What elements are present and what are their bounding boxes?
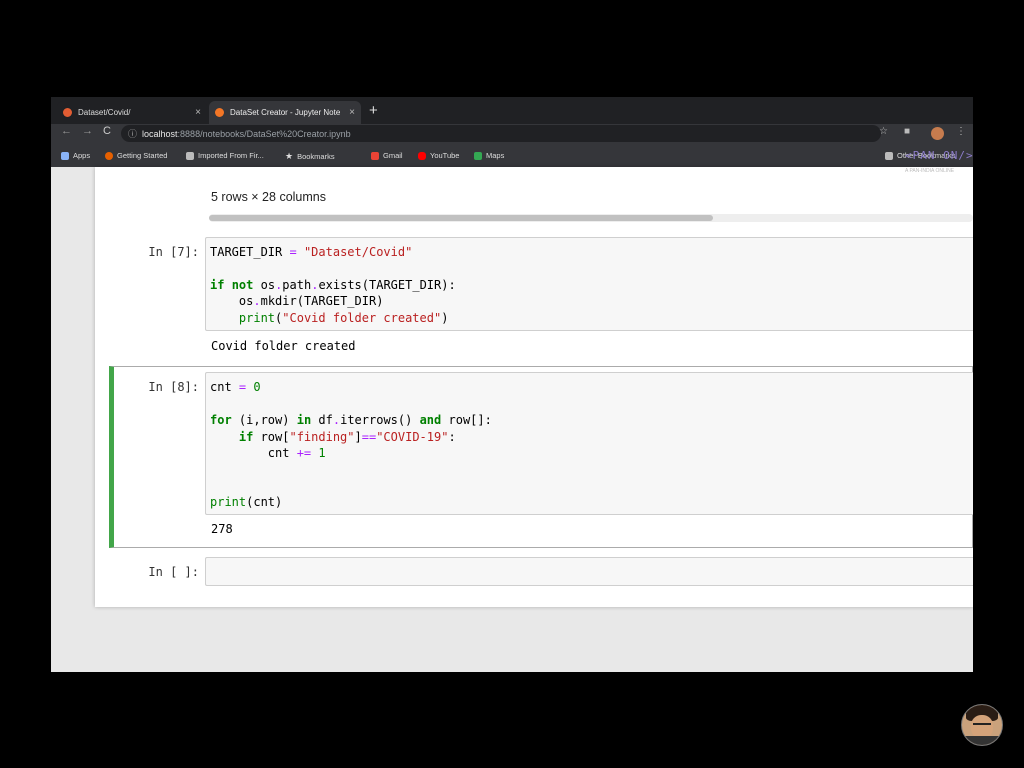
bookmark-star-icon[interactable]: ☆	[879, 126, 888, 137]
code-cell-input[interactable]	[205, 557, 973, 586]
code-line: for (i,row) in df.iterrows() and row[]:	[210, 413, 492, 427]
bookmarks-bar: Apps Getting Started Imported From Fir..…	[51, 143, 973, 167]
close-tab-icon[interactable]: ×	[195, 107, 201, 118]
folder-icon	[186, 151, 194, 160]
code-line: cnt = 0	[210, 380, 261, 394]
tab-bar: Dataset/Covid/ × DataSet Creator - Jupyt…	[51, 97, 973, 124]
tab-title: Dataset/Covid/	[78, 108, 131, 117]
bookmark-label: Bookmarks	[297, 152, 335, 161]
code-line: cnt += 1	[210, 446, 326, 460]
channel-logo: <PAN ON/>	[905, 149, 974, 162]
new-tab-button[interactable]: +	[369, 102, 378, 119]
bookmark-youtube[interactable]: YouTube	[418, 151, 459, 160]
bookmark-label: Gmail	[383, 151, 403, 160]
forward-button[interactable]: →	[82, 125, 93, 137]
code-line: if not os.path.exists(TARGET_DIR):	[210, 278, 456, 292]
tab-dataset-covid[interactable]: Dataset/Covid/ ×	[57, 101, 207, 124]
channel-tagline: A PAN-INDIA ONLINE	[905, 168, 955, 174]
bookmark-maps[interactable]: Maps	[474, 151, 504, 160]
folder-icon	[885, 151, 893, 160]
code-line: TARGET_DIR = "Dataset/Covid"	[210, 245, 413, 259]
notebook-container: 5 rows × 28 columns In [7]: TARGET_DIR =…	[95, 167, 973, 607]
cell-prompt: In [ ]:	[148, 565, 199, 579]
cell-prompt: In [8]:	[148, 380, 199, 394]
code-line: os.mkdir(TARGET_DIR)	[210, 294, 384, 308]
maps-icon	[474, 151, 482, 160]
browser-window: Dataset/Covid/ × DataSet Creator - Jupyt…	[51, 97, 973, 672]
bookmark-imported[interactable]: Imported From Fir...	[186, 151, 264, 160]
notebook-area: 5 rows × 28 columns In [7]: TARGET_DIR =…	[51, 167, 973, 672]
star-icon: ★	[285, 151, 294, 161]
navigation-bar: ← → C ⓘ localhost:8888/notebooks/DataSet…	[51, 124, 973, 143]
jupyter-icon	[215, 108, 224, 117]
horizontal-scrollbar[interactable]	[209, 214, 973, 222]
bookmark-apps[interactable]: Apps	[61, 151, 90, 160]
apps-grid-icon	[61, 151, 69, 160]
youtube-icon	[418, 151, 426, 160]
tab-dataset-creator[interactable]: DataSet Creator - Jupyter Note ×	[209, 101, 361, 124]
profile-avatar[interactable]	[931, 127, 944, 140]
code-line: print(cnt)	[210, 495, 283, 509]
bookmark-label: Imported From Fir...	[198, 151, 264, 160]
bookmark-label: Getting Started	[117, 151, 168, 160]
code-cell-input[interactable]: cnt = 0 for (i,row) in df.iterrows() and…	[205, 372, 973, 515]
code-cell-input[interactable]: TARGET_DIR = "Dataset/Covid" if not os.p…	[205, 237, 973, 331]
dataframe-shape-summary: 5 rows × 28 columns	[211, 190, 326, 204]
glasses	[973, 723, 991, 729]
firefox-icon	[105, 151, 113, 160]
code-line: if row["finding"]=="COVID-19":	[238, 430, 456, 444]
bookmark-bookmarks[interactable]: ★ Bookmarks	[285, 151, 335, 162]
tab-title: DataSet Creator - Jupyter Note	[230, 108, 341, 117]
cell-output: 278	[211, 522, 233, 536]
gmail-icon	[371, 151, 379, 160]
menu-icon[interactable]: ⋮	[956, 126, 966, 137]
cell-output: Covid folder created	[211, 339, 356, 353]
code-line: print("Covid folder created")	[238, 311, 449, 325]
scrollbar-thumb[interactable]	[209, 215, 713, 221]
cell-prompt: In [7]:	[148, 245, 199, 259]
shirt	[962, 736, 1002, 745]
info-icon[interactable]: ⓘ	[128, 127, 137, 140]
bookmark-label: YouTube	[430, 151, 460, 160]
bookmark-gmail[interactable]: Gmail	[371, 151, 403, 160]
presenter-webcam-avatar	[961, 704, 1003, 746]
url-path: :8888/notebooks/DataSet%20Creator.ipynb	[177, 128, 351, 139]
extension-icon[interactable]: ■	[904, 126, 910, 137]
url-host: localhost	[142, 128, 178, 139]
bookmark-label: Apps	[73, 151, 91, 160]
address-bar[interactable]: ⓘ localhost:8888/notebooks/DataSet%20Cre…	[121, 125, 881, 142]
bookmark-getting-started[interactable]: Getting Started	[105, 151, 167, 160]
back-button[interactable]: ←	[61, 125, 72, 137]
reload-button[interactable]: C	[103, 125, 111, 137]
close-tab-icon[interactable]: ×	[349, 107, 355, 118]
bookmark-label: Maps	[486, 151, 505, 160]
jupyter-icon	[63, 108, 72, 117]
